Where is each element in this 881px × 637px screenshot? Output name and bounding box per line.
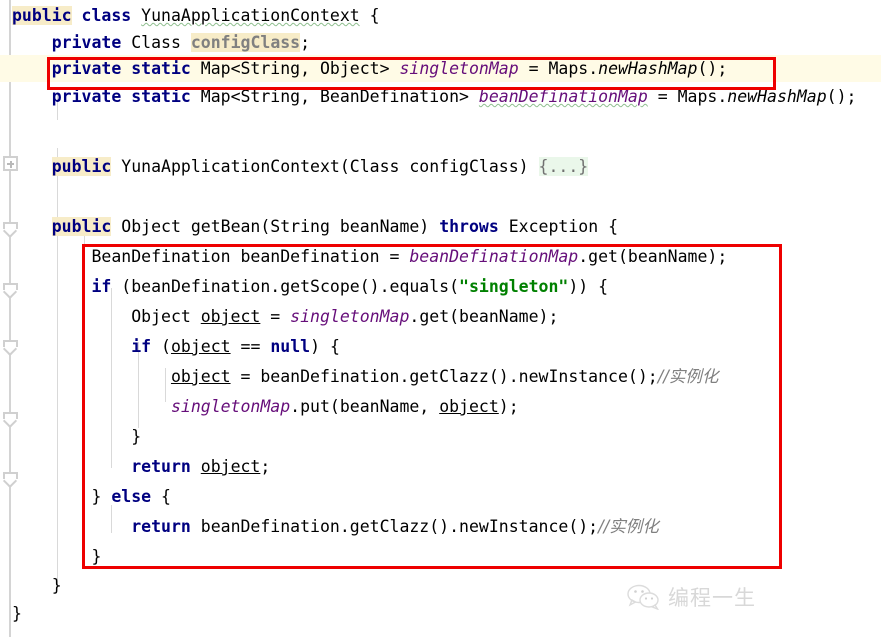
code-line[interactable]: if (object == null) { xyxy=(0,333,881,360)
code-line[interactable]: object = beanDefination.getClazz().newIn… xyxy=(0,363,881,390)
code-line[interactable]: Object object = singletonMap.get(beanNam… xyxy=(0,303,881,330)
code-line[interactable]: private static Map<String, BeanDefinatio… xyxy=(0,83,881,110)
code-line[interactable]: return object; xyxy=(0,453,881,480)
code-content[interactable]: public class YunaApplicationContext { pr… xyxy=(0,0,881,637)
code-line[interactable]: return beanDefination.getClazz().newInst… xyxy=(0,513,881,540)
code-line[interactable]: if (beanDefination.getScope().equals("si… xyxy=(0,273,881,300)
watermark-text: 编程一生 xyxy=(668,586,756,610)
code-line[interactable]: singletonMap.put(beanName, object); xyxy=(0,393,881,420)
code-line[interactable]: private Class configClass; xyxy=(0,29,881,56)
code-line[interactable]: } else { xyxy=(0,483,881,510)
code-line[interactable]: private static Map<String, Object> singl… xyxy=(0,55,881,82)
wechat-icon xyxy=(627,584,661,611)
code-line[interactable]: } xyxy=(0,543,881,570)
code-line[interactable]: BeanDefination beanDefination = beanDefi… xyxy=(0,243,881,270)
code-editor[interactable]: public class YunaApplicationContext { pr… xyxy=(0,0,881,637)
code-line[interactable]: public YunaApplicationContext(Class conf… xyxy=(0,153,881,180)
code-line[interactable]: } xyxy=(0,423,881,450)
code-line[interactable]: public class YunaApplicationContext { xyxy=(0,2,881,29)
watermark: 编程一生 xyxy=(627,582,756,612)
code-line[interactable]: public Object getBean(String beanName) t… xyxy=(0,213,881,240)
